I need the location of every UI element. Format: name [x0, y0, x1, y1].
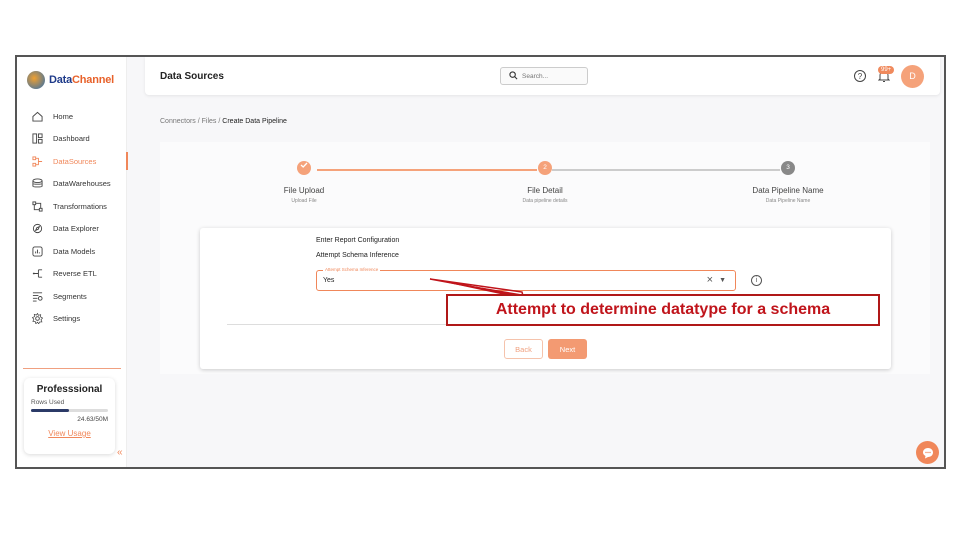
app-window: DataChannel Home Dashboard DataSources D…: [15, 55, 946, 469]
chat-support-icon[interactable]: [916, 441, 939, 464]
annotation-arrow: [429, 278, 525, 297]
annotation-callout: Attempt to determine datatype for a sche…: [446, 294, 880, 326]
